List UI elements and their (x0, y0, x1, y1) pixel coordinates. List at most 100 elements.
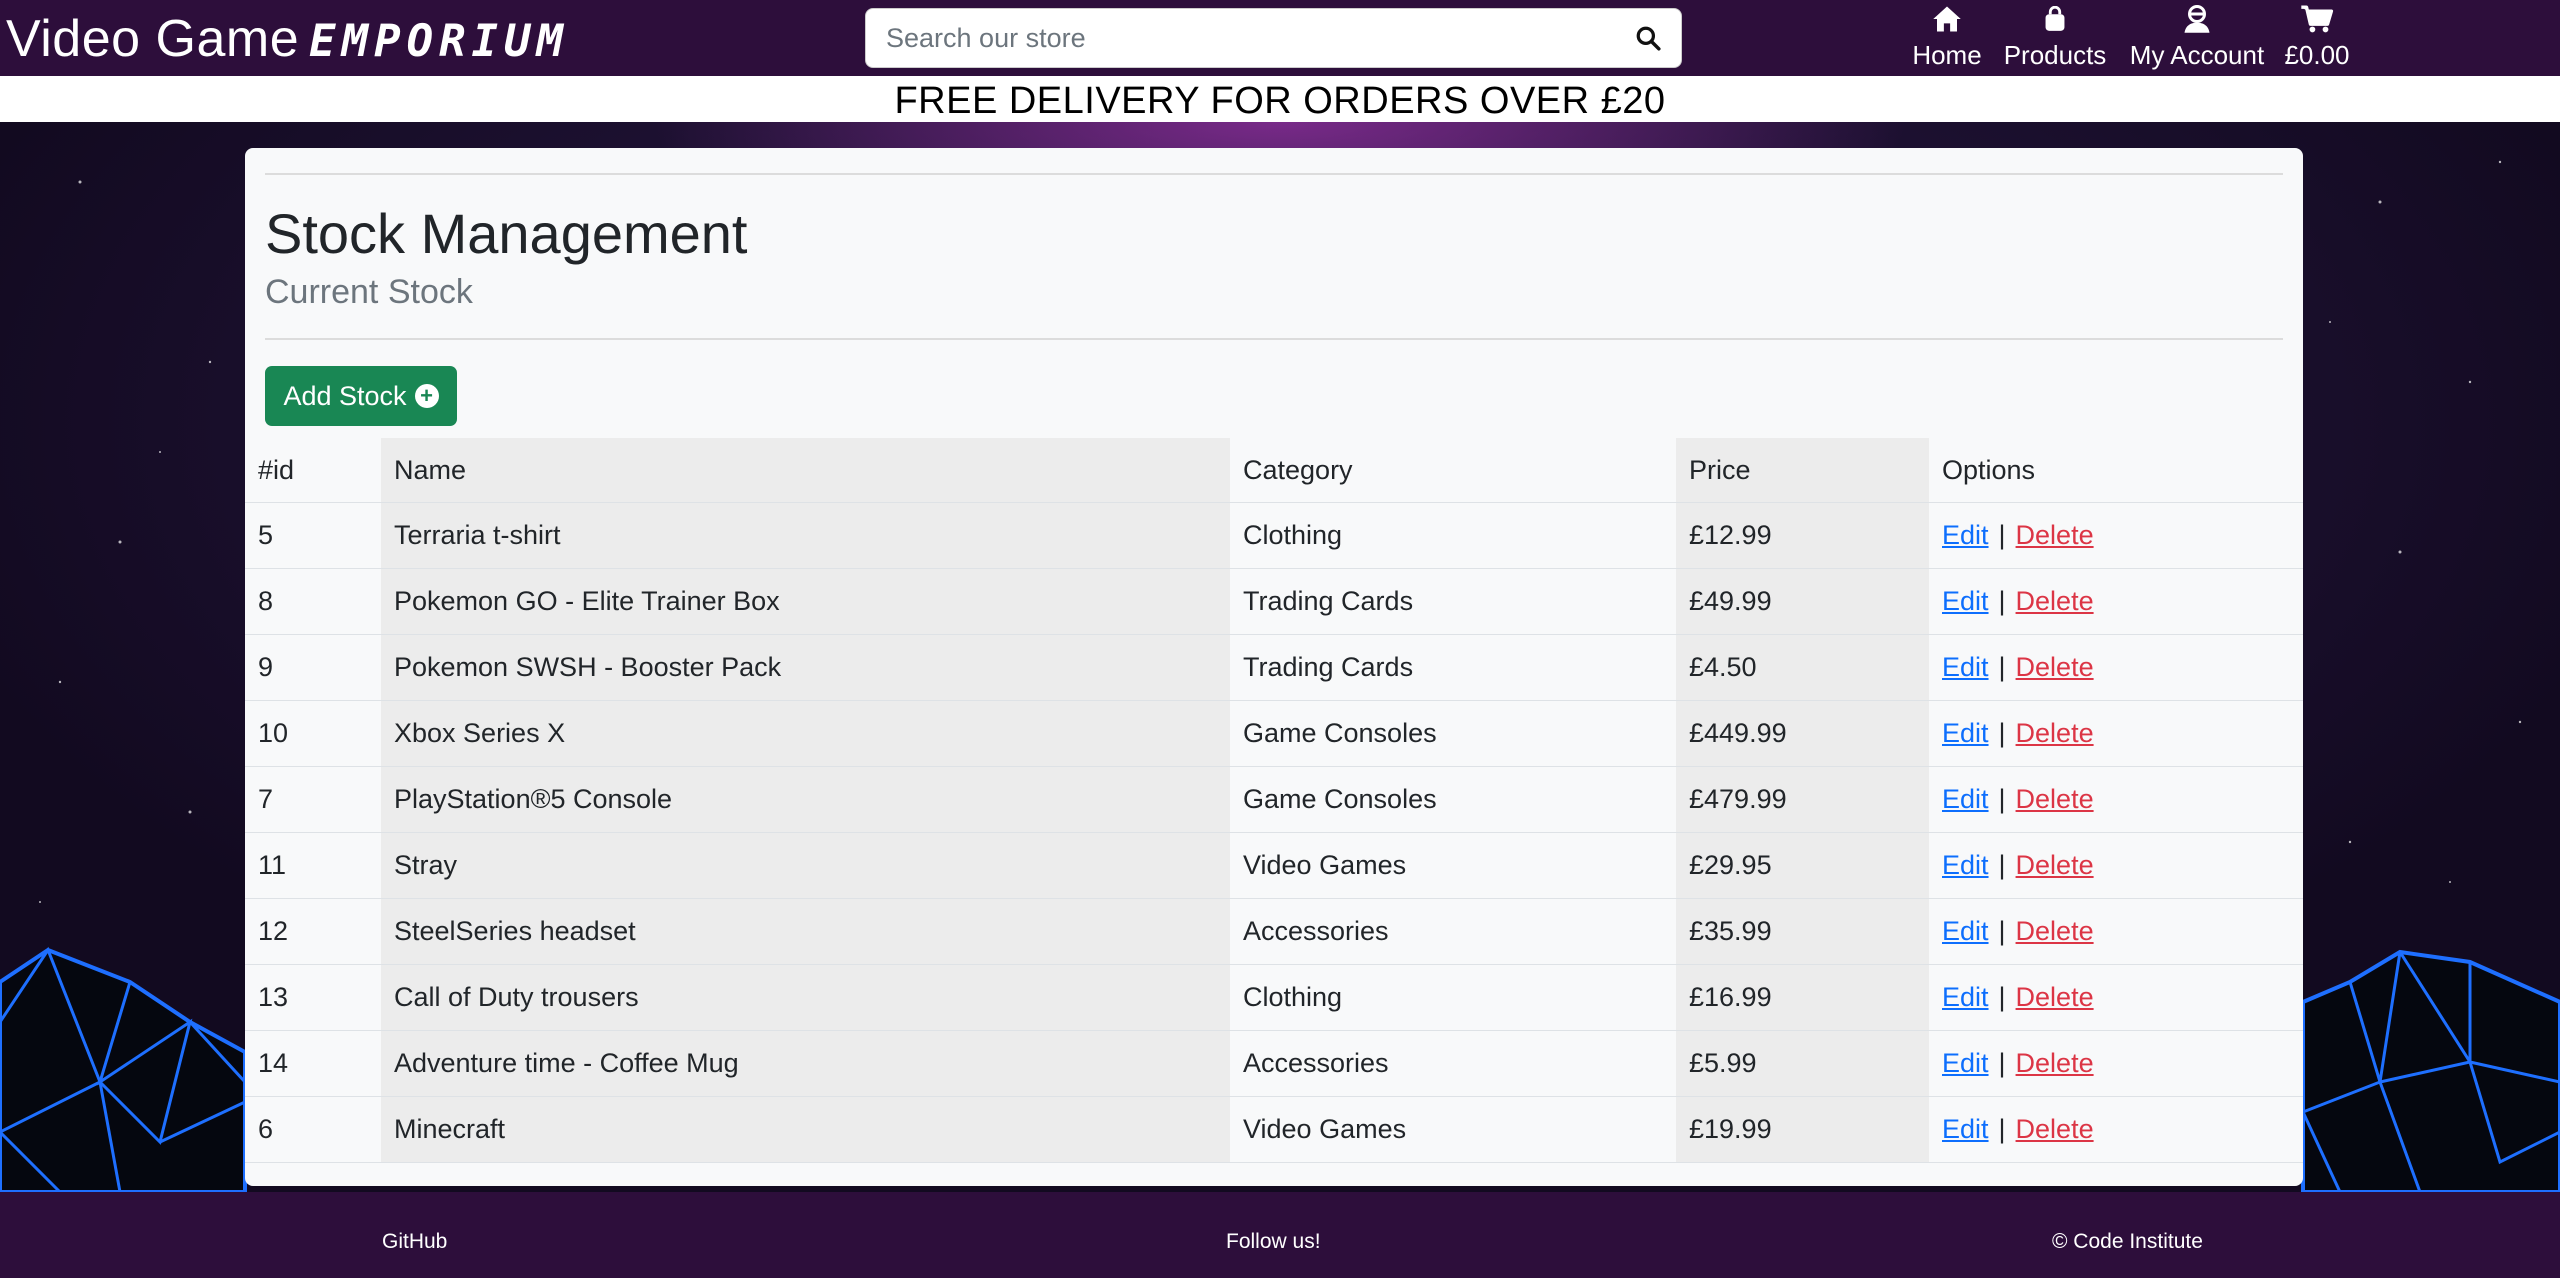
options-separator: | (1998, 784, 2006, 814)
cell-category: Trading Cards (1230, 568, 1676, 635)
table-row: 13 Call of Duty trousers Clothing £16.99 Edi… (245, 964, 2303, 1031)
footer-github-link[interactable]: GitHub (382, 1228, 447, 1256)
brand-logo[interactable]: Video Game EMPORIUM (6, 6, 569, 75)
edit-link[interactable]: Edit (1942, 1114, 1989, 1144)
edit-link[interactable]: Edit (1942, 652, 1989, 682)
cell-id: 13 (245, 964, 381, 1031)
table-row: 6 Minecraft Video Games £19.99 Edit | Delete (245, 1096, 2303, 1163)
shopping-bag-icon (2045, 6, 2065, 31)
brand-name-stylized: EMPORIUM (309, 16, 570, 67)
column-header-category: Category (1230, 438, 1676, 503)
table-header-row: #id Name Category Price Options (245, 438, 2303, 503)
cell-price: £4.50 (1676, 634, 1929, 701)
page-subtitle: Current Stock (265, 273, 473, 311)
cell-options: Edit | Delete (1929, 964, 2303, 1031)
cell-id: 14 (245, 1030, 381, 1097)
cell-price: £29.95 (1676, 832, 1929, 899)
delete-link[interactable]: Delete (2016, 850, 2094, 880)
nav-products-label: Products (2003, 40, 2107, 70)
cell-name: Pokemon SWSH - Booster Pack (381, 634, 1230, 701)
divider (265, 173, 2283, 175)
plus-circle-icon: + (414, 384, 439, 408)
footer-copyright: © Code Institute (2052, 1230, 2203, 1253)
options-separator: | (1998, 1048, 2006, 1078)
column-header-options: Options (1929, 438, 2303, 503)
delete-link[interactable]: Delete (2016, 1114, 2094, 1144)
delete-link[interactable]: Delete (2016, 916, 2094, 946)
cell-id: 5 (245, 502, 381, 569)
column-header-name: Name (381, 438, 1230, 503)
options-separator: | (1998, 586, 2006, 616)
cell-options: Edit | Delete (1929, 832, 2303, 899)
cell-id: 8 (245, 568, 381, 635)
add-stock-button[interactable]: Add Stock + (265, 366, 457, 426)
delete-link[interactable]: Delete (2016, 520, 2094, 550)
search-input[interactable] (866, 9, 1606, 67)
cell-name: Adventure time - Coffee Mug (381, 1030, 1230, 1097)
nav-cart[interactable]: £0.00 (2282, 0, 2352, 76)
edit-link[interactable]: Edit (1942, 718, 1989, 748)
options-separator: | (1998, 982, 2006, 1012)
edit-link[interactable]: Edit (1942, 916, 1989, 946)
cell-id: 7 (245, 766, 381, 833)
cart-icon (2301, 5, 2334, 33)
cell-options: Edit | Delete (1929, 634, 2303, 701)
column-header-price: Price (1676, 438, 1929, 503)
top-navbar: Video GameEMPORIUM Home Products (0, 0, 2560, 76)
cell-id: 11 (245, 832, 381, 899)
cell-id: 6 (245, 1096, 381, 1163)
search-box (865, 8, 1682, 68)
brand-name-plain: Video Game (6, 10, 300, 68)
cell-id: 10 (245, 700, 381, 767)
cell-price: £49.99 (1676, 568, 1929, 635)
delete-link[interactable]: Delete (2016, 982, 2094, 1012)
delete-link[interactable]: Delete (2016, 718, 2094, 748)
cell-price: £16.99 (1676, 964, 1929, 1031)
page-title: Stock Management (265, 202, 748, 265)
nav-products[interactable]: Products (1998, 0, 2112, 76)
cell-options: Edit | Delete (1929, 502, 2303, 569)
options-separator: | (1998, 916, 2006, 946)
stock-management-card: Stock Management Current Stock Add Stock… (245, 148, 2303, 1186)
cell-options: Edit | Delete (1929, 766, 2303, 833)
table-row: 8 Pokemon GO - Elite Trainer Box Trading C… (245, 568, 2303, 635)
footer-follow-link[interactable]: Follow us! (1226, 1228, 1321, 1256)
edit-link[interactable]: Edit (1942, 982, 1989, 1012)
table-row: 5 Terraria t-shirt Clothing £12.99 Edit | Dele… (245, 502, 2303, 569)
options-separator: | (1998, 718, 2006, 748)
cell-price: £12.99 (1676, 502, 1929, 569)
cell-id: 9 (245, 634, 381, 701)
search-button[interactable] (1615, 9, 1681, 67)
delete-link[interactable]: Delete (2016, 1048, 2094, 1078)
options-separator: | (1998, 850, 2006, 880)
cell-price: £449.99 (1676, 700, 1929, 767)
table-row: 10 Xbox Series X Game Consoles £449.99 Edit |… (245, 700, 2303, 767)
footer: GitHub Follow us! © Code Institute (0, 1192, 2560, 1278)
cell-price: £19.99 (1676, 1096, 1929, 1163)
cell-category: Trading Cards (1230, 634, 1676, 701)
nav-my-account[interactable]: My Account (2126, 0, 2268, 76)
delete-link[interactable]: Delete (2016, 652, 2094, 682)
cell-price: £5.99 (1676, 1030, 1929, 1097)
cell-name: Call of Duty trousers (381, 964, 1230, 1031)
cell-options: Edit | Delete (1929, 568, 2303, 635)
edit-link[interactable]: Edit (1942, 784, 1989, 814)
options-separator: | (1998, 652, 2006, 682)
delete-link[interactable]: Delete (2016, 586, 2094, 616)
cell-options: Edit | Delete (1929, 1030, 2303, 1097)
edit-link[interactable]: Edit (1942, 1048, 1989, 1078)
nav-home[interactable]: Home (1906, 0, 1988, 76)
column-header-id: #id (245, 438, 381, 503)
edit-link[interactable]: Edit (1942, 850, 1989, 880)
edit-link[interactable]: Edit (1942, 586, 1989, 616)
options-separator: | (1998, 520, 2006, 550)
cell-options: Edit | Delete (1929, 898, 2303, 965)
options-separator: | (1998, 1114, 2006, 1144)
cell-options: Edit | Delete (1929, 700, 2303, 767)
cell-category: Video Games (1230, 1096, 1676, 1163)
edit-link[interactable]: Edit (1942, 520, 1989, 550)
delete-link[interactable]: Delete (2016, 784, 2094, 814)
cell-name: Stray (381, 832, 1230, 899)
cell-category: Clothing (1230, 502, 1676, 569)
cell-options: Edit | Delete (1929, 1096, 2303, 1163)
